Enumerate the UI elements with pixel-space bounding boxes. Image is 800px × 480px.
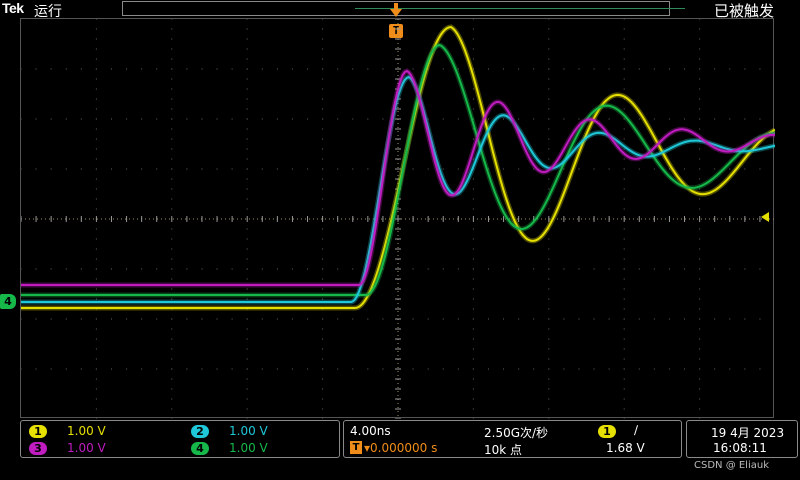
time: 16:08:11 (713, 441, 767, 455)
date-time-panel: 19 4月 2023 16:08:11 (686, 420, 798, 458)
channel-4-scale[interactable]: 1.00 V (229, 441, 268, 455)
channel-readout-panel: 1 1.00 V 2 1.00 V 3 1.00 V 4 1.00 V (20, 420, 340, 458)
waveform-plot (21, 19, 775, 419)
channel-1-scale[interactable]: 1.00 V (67, 424, 106, 438)
channel-3-scale[interactable]: 1.00 V (67, 441, 106, 455)
waveform-graticule[interactable] (20, 18, 775, 419)
trigger-delay-icon: T (350, 441, 362, 454)
rising-edge-icon: ∕ (634, 423, 639, 437)
channel-2-badge[interactable]: 2 (191, 425, 209, 438)
sample-rate: 2.50G次/秒 (484, 426, 549, 440)
channel-4-ground-marker[interactable]: 4 (0, 294, 16, 309)
channel-4-badge[interactable]: 4 (191, 442, 209, 455)
watermark: CSDN @ Eliauk (694, 460, 769, 471)
horizontal-scale[interactable]: 4.00ns (350, 424, 391, 438)
timebase-trigger-panel: 4.00ns 2.50G次/秒 1 ∕ T ▾0.000000 s 10k 点 … (343, 420, 682, 458)
trigger-source-badge[interactable]: 1 (598, 425, 616, 438)
record-length[interactable]: 10k 点 (484, 441, 522, 458)
trigger-level-arrow-icon[interactable] (761, 212, 769, 222)
record-view-window (355, 8, 685, 9)
channel-2-scale[interactable]: 1.00 V (229, 424, 268, 438)
trigger-position-arrow-icon[interactable] (390, 3, 402, 17)
brand-logo: Tek (2, 0, 24, 16)
channel-1-badge[interactable]: 1 (29, 425, 47, 438)
trigger-level[interactable]: 1.68 V (606, 441, 645, 455)
horizontal-delay[interactable]: ▾0.000000 s (364, 441, 437, 455)
date: 19 4月 2023 (711, 426, 785, 440)
channel-3-badge[interactable]: 3 (29, 442, 47, 455)
